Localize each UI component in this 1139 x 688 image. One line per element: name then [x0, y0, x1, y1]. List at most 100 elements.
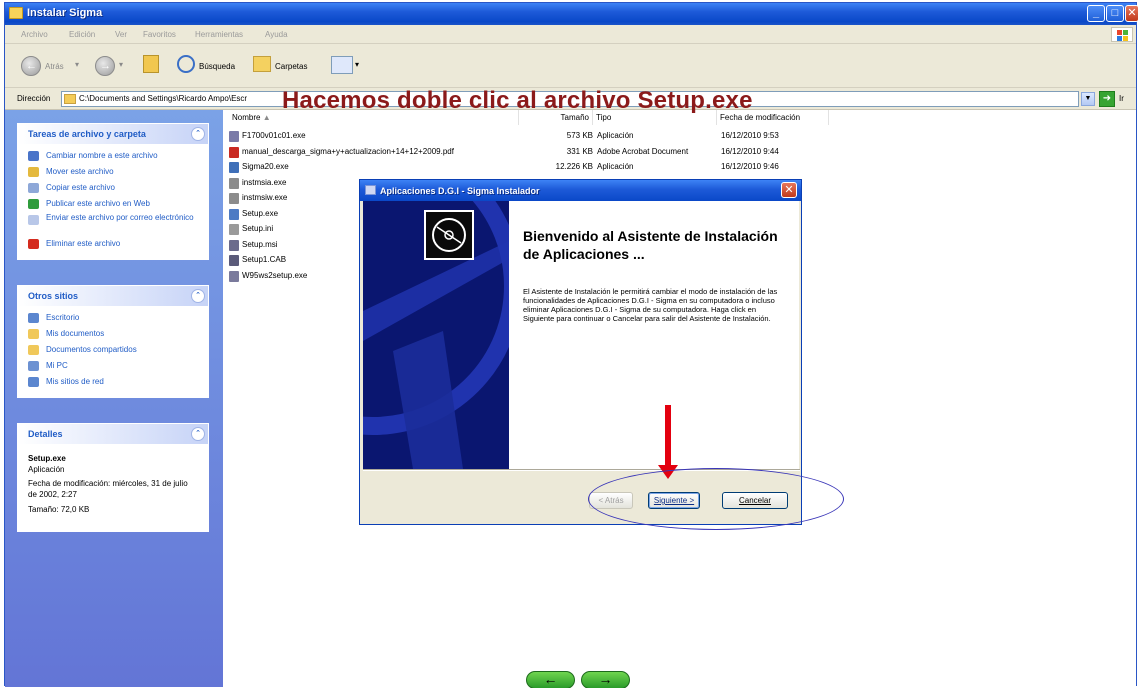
- task-item-label: Publicar este archivo en Web: [46, 199, 150, 208]
- views-icon[interactable]: [331, 56, 353, 74]
- place-item[interactable]: Mi PC: [26, 359, 200, 375]
- file-icon: [229, 162, 239, 173]
- installer-icon: [365, 185, 376, 195]
- dialog-close-button[interactable]: ✕: [781, 182, 797, 198]
- file-icon: [229, 131, 239, 142]
- place-item-icon: [28, 329, 39, 339]
- go-arrow-icon[interactable]: ➜: [1099, 91, 1115, 107]
- collapse-icon[interactable]: ⌃: [191, 427, 205, 441]
- maximize-button[interactable]: □: [1106, 5, 1124, 22]
- forward-button[interactable]: →: [95, 56, 115, 76]
- task-item-icon: [28, 151, 39, 161]
- file-tasks-panel: Tareas de archivo y carpeta ⌃ Cambiar no…: [17, 123, 209, 260]
- place-item-label: Mis sitios de red: [46, 377, 104, 386]
- place-item[interactable]: Mis sitios de red: [26, 375, 200, 391]
- menu-herramientas[interactable]: Herramientas: [195, 30, 243, 39]
- details-header[interactable]: Detalles ⌃: [18, 424, 208, 445]
- menu-bar: Archivo Edición Ver Favoritos Herramient…: [5, 25, 1136, 44]
- back-dropdown-icon[interactable]: ▾: [75, 60, 79, 69]
- file-name: instmsiw.exe: [242, 193, 288, 202]
- other-places-panel: Otros sitios ⌃ Escritorio Mis documentos D…: [17, 285, 209, 398]
- file-row[interactable]: manual_descarga_sigma+y+actualizacion+14…: [229, 146, 519, 159]
- file-row[interactable]: Sigma20.exe: [229, 162, 519, 174]
- address-label: Dirección: [17, 94, 51, 103]
- installer-banner: [363, 201, 509, 469]
- file-icon: [229, 146, 239, 158]
- search-button[interactable]: Búsqueda: [199, 62, 235, 71]
- task-item-label: Mover este archivo: [46, 167, 114, 176]
- menu-favoritos[interactable]: Favoritos: [143, 30, 176, 39]
- back-button[interactable]: ←: [21, 56, 41, 76]
- details-size: Tamaño: 72,0 KB: [28, 505, 90, 514]
- place-item-label: Mi PC: [46, 361, 68, 370]
- minimize-button[interactable]: _: [1087, 5, 1105, 22]
- sort-ascending-icon: ▲: [262, 113, 271, 122]
- place-item-label: Documentos compartidos: [46, 345, 137, 354]
- task-item-icon: [28, 167, 39, 177]
- place-item-label: Mis documentos: [46, 329, 105, 338]
- views-dropdown-icon[interactable]: ▾: [355, 60, 359, 69]
- installer-banner-graphic: [363, 201, 509, 469]
- dialog-title-bar: Aplicaciones D.G.I - Sigma Instalador ✕: [360, 180, 801, 201]
- close-button[interactable]: ✕: [1125, 5, 1139, 22]
- forward-dropdown-icon[interactable]: ▾: [119, 60, 123, 69]
- task-item[interactable]: Publicar este archivo en Web: [26, 197, 200, 213]
- file-name: Sigma20.exe: [242, 162, 289, 171]
- place-item-icon: [28, 361, 39, 371]
- back-arrow-icon: ←: [26, 60, 37, 72]
- folders-button[interactable]: Carpetas: [275, 62, 307, 71]
- collapse-icon[interactable]: ⌃: [191, 289, 205, 303]
- place-item[interactable]: Escritorio: [26, 311, 200, 327]
- place-item[interactable]: Mis documentos: [26, 327, 200, 343]
- file-name: Setup.msi: [242, 239, 278, 249]
- task-item-label: Copiar este archivo: [46, 183, 115, 192]
- explorer-window: Instalar Sigma _ □ ✕ Archivo Edición Ver…: [4, 2, 1139, 688]
- file-name: Setup.exe: [242, 208, 279, 218]
- file-icon: [229, 255, 239, 266]
- other-places-list: Escritorio Mis documentos Documentos compa…: [18, 307, 208, 397]
- task-item-icon: [28, 199, 39, 209]
- file-tasks-list: Cambiar nombre a este archivo Mover este …: [18, 145, 208, 259]
- place-item-icon: [28, 313, 39, 323]
- task-item-label: Cambiar nombre a este archivo: [46, 151, 158, 160]
- other-places-header[interactable]: Otros sitios ⌃: [18, 286, 208, 307]
- window-title: Instalar Sigma: [27, 7, 103, 19]
- file-icon: [229, 224, 239, 235]
- task-item[interactable]: Cambiar nombre a este archivo: [26, 149, 200, 165]
- up-folder-icon[interactable]: [143, 55, 159, 73]
- previous-slide-button[interactable]: ←: [526, 671, 575, 688]
- next-slide-button[interactable]: →: [581, 671, 630, 688]
- task-item[interactable]: Enviar este archivo por correo electróni…: [26, 213, 200, 237]
- menu-ver[interactable]: Ver: [115, 30, 127, 39]
- toolbar: ← Atrás ▾ → ▾ Búsqueda Carpetas ▾: [5, 44, 1136, 88]
- details-body: Setup.exe Aplicación Fecha de modificaci…: [18, 445, 208, 531]
- file-name: F1700v01c01.exe: [242, 131, 306, 140]
- task-item[interactable]: Eliminar este archivo: [26, 237, 200, 253]
- file-tasks-title: Tareas de archivo y carpeta: [28, 129, 146, 139]
- task-item-icon: [28, 239, 39, 249]
- file-tasks-header[interactable]: Tareas de archivo y carpeta ⌃: [18, 124, 208, 145]
- collapse-icon[interactable]: ⌃: [191, 127, 205, 141]
- go-button[interactable]: Ir: [1119, 94, 1124, 103]
- menu-ayuda[interactable]: Ayuda: [265, 30, 288, 39]
- file-icon: [229, 239, 239, 251]
- file-icon: [229, 208, 239, 220]
- back-label: Atrás: [45, 62, 64, 71]
- title-bar: Instalar Sigma _ □ ✕: [5, 3, 1139, 25]
- folder-icon: [9, 7, 23, 19]
- task-item-icon: [28, 183, 39, 193]
- dialog-title: Aplicaciones D.G.I - Sigma Instalador: [380, 186, 540, 196]
- menu-archivo[interactable]: Archivo: [21, 30, 48, 39]
- forward-arrow-icon: →: [100, 60, 111, 72]
- dialog-heading: Bienvenido al Asistente de Instalación d…: [523, 228, 778, 262]
- task-item[interactable]: Mover este archivo: [26, 165, 200, 181]
- task-item[interactable]: Copiar este archivo: [26, 181, 200, 197]
- search-icon[interactable]: [177, 55, 195, 73]
- file-row[interactable]: F1700v01c01.exe: [229, 131, 519, 143]
- other-places-title: Otros sitios: [28, 291, 79, 301]
- menu-edicion[interactable]: Edición: [69, 30, 95, 39]
- file-type: Adobe Acrobat Document: [597, 146, 689, 156]
- address-dropdown-icon[interactable]: ▼: [1081, 92, 1095, 106]
- place-item[interactable]: Documentos compartidos: [26, 343, 200, 359]
- details-file-name: Setup.exe: [28, 454, 66, 463]
